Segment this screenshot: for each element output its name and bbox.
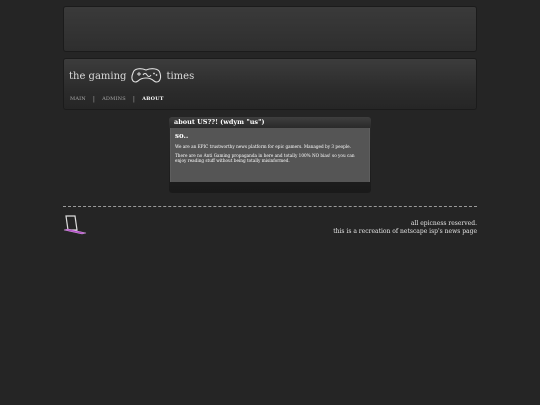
logo-text-right: times (166, 70, 195, 82)
footer-divider (63, 206, 477, 207)
page: the gaming times MAIN | ADMINS | ABOUT a… (0, 0, 540, 405)
footer-note: this is a recreation of netscape isp's n… (333, 228, 477, 235)
footer-text: all epicness reserved. this is a recreat… (333, 220, 477, 236)
article-paragraph: There are no Anti Gaming propaganda in h… (175, 153, 355, 163)
footer-copyright: all epicness reserved. (410, 220, 477, 227)
nav-item-about[interactable]: ABOUT (142, 96, 164, 102)
article-title: so.. (175, 131, 189, 140)
laptop-icon (63, 215, 87, 235)
nav-separator: | (132, 95, 136, 103)
nav-item-admins[interactable]: ADMINS (102, 96, 126, 102)
nav-separator: | (92, 95, 96, 103)
about-card: about US??! (wdym "us") so.. We are an E… (169, 117, 371, 193)
gamepad-icon (131, 68, 162, 83)
card-body: so.. We are an EPIC trustworthy news pla… (170, 128, 370, 182)
site-logo[interactable]: the gaming times (69, 65, 194, 87)
main-nav: MAIN | ADMINS | ABOUT (70, 94, 164, 104)
article-paragraph: We are an EPIC trustworthy news platform… (175, 144, 351, 149)
nav-item-main[interactable]: MAIN (70, 96, 86, 102)
logo-text-left: the gaming (69, 70, 127, 82)
top-banner (63, 6, 477, 52)
site-header: the gaming times MAIN | ADMINS | ABOUT (63, 58, 477, 110)
card-header: about US??! (wdym "us") (169, 117, 371, 128)
